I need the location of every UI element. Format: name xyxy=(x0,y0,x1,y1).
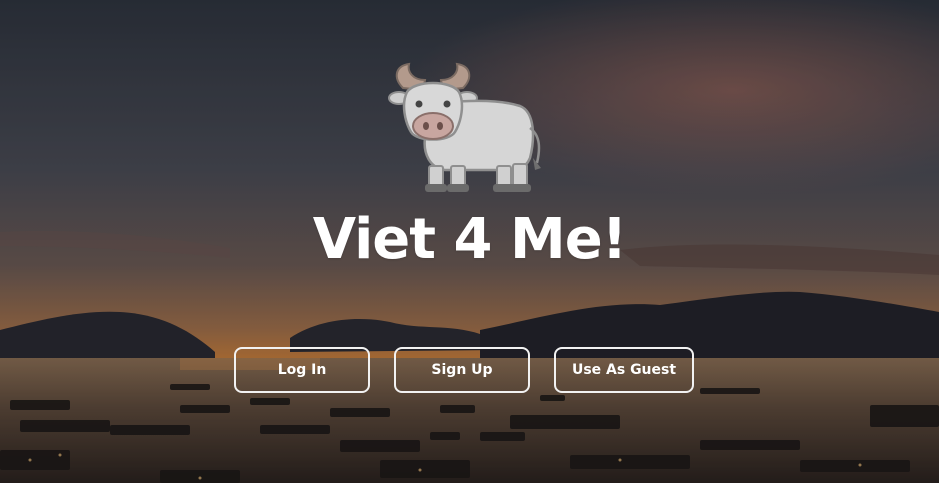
app-title: Viet 4 Me! xyxy=(312,207,628,272)
use-as-guest-button[interactable]: Use As Guest xyxy=(554,347,694,393)
sign-up-button[interactable]: Sign Up xyxy=(394,347,530,393)
log-in-button[interactable]: Log In xyxy=(234,347,370,393)
auth-actions: Log In Sign Up Use As Guest xyxy=(234,347,694,397)
water-buffalo-icon xyxy=(385,58,545,203)
